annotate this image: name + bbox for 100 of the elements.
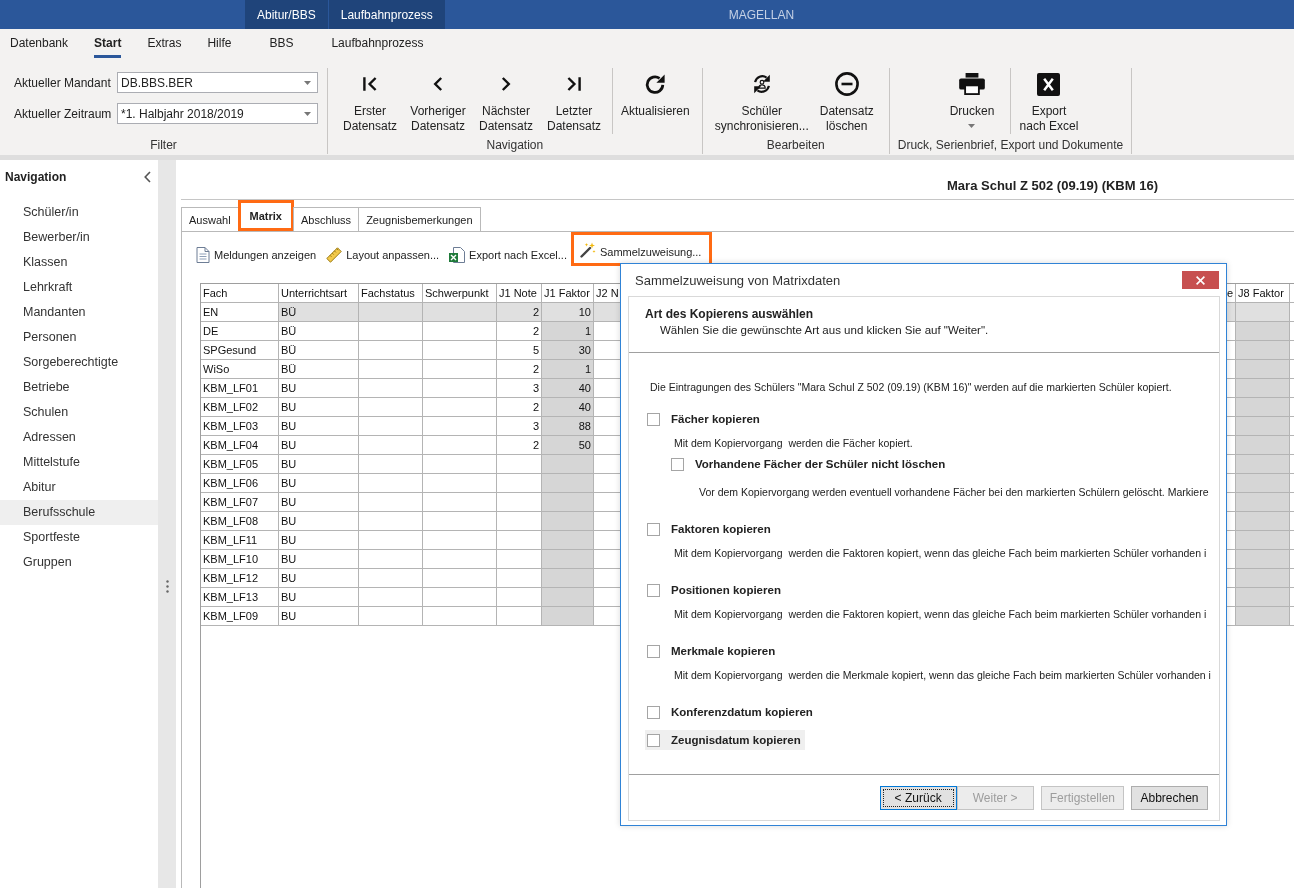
chevron-left-icon[interactable] <box>144 171 151 183</box>
nav-item[interactable]: Personen <box>0 325 158 350</box>
table-cell: BU <box>279 417 359 435</box>
ribbon-button[interactable]: Letzter Datensatz <box>540 68 608 134</box>
dropdown-field[interactable]: *1. Halbjahr 2018/2019 <box>117 103 318 124</box>
ribbon-tab[interactable]: BBS <box>269 31 294 58</box>
ribbon-button[interactable]: Erster Datensatz <box>336 68 404 134</box>
nav-item[interactable]: Abitur <box>0 475 158 500</box>
table-cell: KBM_LF06 <box>201 474 279 492</box>
minus-circle-icon <box>834 72 859 96</box>
column-header[interactable]: Unterrichtsart <box>279 284 359 302</box>
toolbar-button[interactable]: Layout anpassen... <box>326 244 440 266</box>
checkbox[interactable] <box>647 522 660 536</box>
table-cell: BU <box>279 550 359 568</box>
nav-item[interactable]: Sorgeberechtigte <box>0 350 158 375</box>
nav-item[interactable]: Gruppen <box>0 550 158 575</box>
context-tab[interactable]: Abitur/BBS <box>245 0 328 29</box>
ribbon-button[interactable]: Datensatz löschen <box>812 68 881 134</box>
option-description: Mit dem Kopiervorgang werden die Fächer kopiert. <box>673 436 914 451</box>
ribbon-button[interactable]: Aktualisieren <box>617 68 694 119</box>
ribbon-button[interactable]: Drucken <box>937 68 1006 128</box>
nav-item[interactable]: Bewerber/in <box>0 225 158 250</box>
nav-item[interactable]: Mittelstufe <box>0 450 158 475</box>
ribbon-tab[interactable]: Datenbank <box>10 31 69 58</box>
table-cell: KBM_LF09 <box>201 607 279 625</box>
checkbox-option[interactable]: Fächer kopieren <box>645 409 764 429</box>
column-header[interactable]: J1 Faktor <box>542 284 594 302</box>
checkbox-option[interactable]: Zeugnisdatum kopieren <box>645 730 805 750</box>
caret-icon <box>304 111 311 116</box>
chevron-left-icon <box>433 76 443 92</box>
checkbox-option[interactable]: Faktoren kopieren <box>645 519 775 539</box>
field-label: Aktueller Mandant <box>14 75 112 90</box>
tab[interactable]: Matrix <box>237 200 294 231</box>
ribbon-button[interactable]: Schüler synchronisieren... <box>710 68 813 134</box>
table-cell: 1 <box>542 322 594 340</box>
dropdown-field[interactable]: DB.BBS.BER <box>117 72 318 93</box>
nav-item[interactable]: Schulen <box>0 400 158 425</box>
nav-item[interactable]: Schüler/in <box>0 200 158 225</box>
table-cell: BÜ <box>279 303 359 321</box>
group-label: Filter <box>149 137 178 154</box>
option-description: Mit dem Kopiervorgang werden die Faktoren kopiert, wenn das gleiche Fach beim markierten Schüler vorhanden i <box>673 607 1208 622</box>
table-cell: BU <box>279 531 359 549</box>
dialog-button[interactable]: Abbrechen <box>1131 785 1208 810</box>
table-cell: BÜ <box>279 360 359 378</box>
tab[interactable]: Abschluss <box>293 207 360 231</box>
dialog-button[interactable]: < Zurück <box>879 785 957 810</box>
ribbon-tab[interactable]: Hilfe <box>207 31 232 58</box>
table-cell: BU <box>279 436 359 454</box>
toolbar-button[interactable]: Export nach Excel... <box>449 244 567 266</box>
column-header[interactable]: Schwerpunkt <box>423 284 497 302</box>
ribbon-tab[interactable]: Laufbahnprozess <box>331 31 424 58</box>
checkbox-option[interactable]: Konferenzdatum kopieren <box>645 702 817 722</box>
table-cell: KBM_LF05 <box>201 455 279 473</box>
spreadsheet-export-icon <box>449 247 466 263</box>
nav-item[interactable]: Adressen <box>0 425 158 450</box>
ribbon-tab[interactable]: Extras <box>147 31 182 58</box>
record-title: Mara Schul Z 502 (09.19) (KBM 16) <box>947 178 1158 193</box>
table-cell: BÜ <box>279 341 359 359</box>
nav-item[interactable]: Klassen <box>0 250 158 275</box>
checkbox-option[interactable]: Merkmale kopieren <box>645 641 780 661</box>
checkbox[interactable] <box>647 705 660 719</box>
column-header[interactable]: Fach <box>201 284 279 302</box>
refresh-icon <box>644 73 667 95</box>
checkbox[interactable] <box>647 644 660 658</box>
table-cell: DE <box>201 322 279 340</box>
printer-icon <box>958 73 985 95</box>
ribbon-button[interactable]: Export nach Excel <box>1014 68 1083 134</box>
table-cell: 1 <box>542 360 594 378</box>
toolbar-button[interactable]: Meldungen anzeigen <box>196 244 317 266</box>
table-cell: BU <box>279 512 359 530</box>
option-description: Vor dem Kopiervorgang werden eventuell vorhandene Fächer bei den markierten Schülern gelöscht. Markiere <box>698 485 1210 500</box>
close-button[interactable] <box>1182 271 1219 289</box>
nav-item[interactable]: Lehrkraft <box>0 275 158 300</box>
nav-item[interactable]: Sportfeste <box>0 525 158 550</box>
column-header[interactable]: J1 Note <box>497 284 542 302</box>
option-description: Mit dem Kopiervorgang werden die Merkmale kopiert, wenn das gleiche Fach beim markierten Schüler vorhanden i <box>673 668 1212 683</box>
table-cell: KBM_LF08 <box>201 512 279 530</box>
ribbon-button[interactable]: Vorheriger Datensatz <box>404 68 472 134</box>
column-header[interactable]: J8 Faktor <box>1236 284 1290 302</box>
tab[interactable]: Auswahl <box>181 207 239 231</box>
ribbon-button[interactable]: Nächster Datensatz <box>472 68 540 134</box>
checkbox[interactable] <box>647 583 660 597</box>
table-cell: BU <box>279 493 359 511</box>
nav-item[interactable]: Berufsschule <box>0 500 158 525</box>
dialog-title: Sammelzuweisung von Matrixdaten <box>635 272 841 288</box>
nav-item[interactable]: Mandanten <box>0 300 158 325</box>
checkbox[interactable] <box>647 733 660 747</box>
bar-chevron-left-icon <box>362 76 378 92</box>
checkbox-option[interactable]: Positionen kopieren <box>645 580 785 600</box>
table-cell: 40 <box>542 398 594 416</box>
context-tab[interactable]: Laufbahnprozess <box>328 0 445 29</box>
checkbox[interactable] <box>671 457 684 471</box>
nav-item[interactable]: Betriebe <box>0 375 158 400</box>
checkbox-option[interactable]: Vorhandene Fächer der Schüler nicht löschen <box>669 454 950 474</box>
tab[interactable]: Zeugnisbemerkungen <box>358 207 481 231</box>
checkbox[interactable] <box>647 412 660 426</box>
column-header[interactable]: Fachstatus <box>359 284 423 302</box>
ribbon-tab[interactable]: Start <box>94 31 122 58</box>
grip-icon[interactable] <box>165 580 169 593</box>
table-cell: WiSo <box>201 360 279 378</box>
